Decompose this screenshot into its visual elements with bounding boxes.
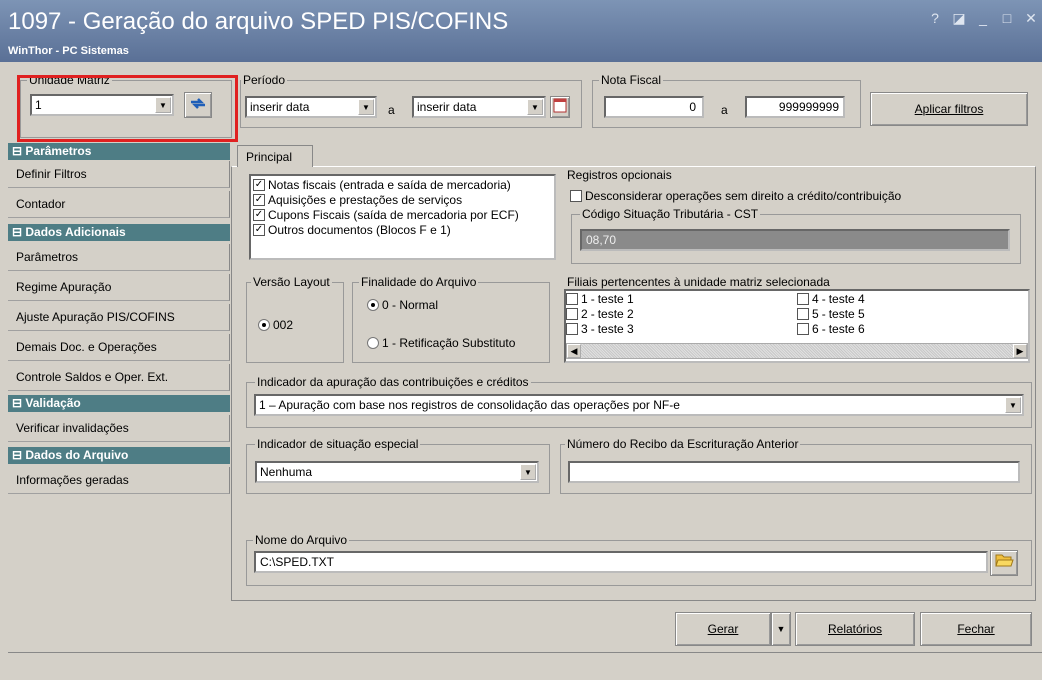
cst-label: Código Situação Tributária - CST xyxy=(580,207,761,221)
filiais-horizontal-scrollbar[interactable]: ◀ ▶ xyxy=(566,343,1028,359)
chevron-down-icon[interactable]: ▼ xyxy=(358,99,374,115)
sidebar-item-verificar-invalidacoes[interactable]: Verificar invalidações xyxy=(8,415,230,442)
indicador-apuracao-value: 1 – Apuração com base nos registros de c… xyxy=(259,398,680,412)
unidade-matriz-value: 1 xyxy=(35,98,42,112)
sidebar-item-contador[interactable]: Contador xyxy=(8,191,230,218)
window-subtitle: WinThor - PC Sistemas xyxy=(8,45,129,57)
situacao-especial-value: Nenhuma xyxy=(260,465,313,479)
finalidade-group: Finalidade do Arquivo xyxy=(352,275,550,363)
apply-filters-label: Aplicar filtros xyxy=(914,102,984,116)
periodo-label: Período xyxy=(241,73,288,87)
filial-6-checkbox[interactable]: 6 - teste 6 xyxy=(797,322,865,336)
versao-layout-label: Versão Layout xyxy=(251,275,332,289)
chevron-down-icon[interactable]: ▼ xyxy=(520,464,536,480)
recibo-label: Número do Recibo da Escrituração Anterio… xyxy=(565,437,801,451)
sidebar-section-dados-arquivo[interactable]: ⊟ Dados do Arquivo xyxy=(8,447,230,464)
chevron-down-icon[interactable]: ▼ xyxy=(527,99,543,115)
window-title: 1097 - Geração do arquivo SPED PIS/COFIN… xyxy=(8,8,509,35)
maximize-icon[interactable]: □ xyxy=(1000,10,1014,27)
recibo-input[interactable] xyxy=(568,461,1020,483)
sidebar-item-controle-saldos[interactable]: Controle Saldos e Oper. Ext. xyxy=(8,364,230,391)
doc-notas-fiscais-checkbox[interactable]: ✓ Notas fiscais (entrada e saída de merca… xyxy=(253,178,511,192)
status-bar xyxy=(8,652,1042,680)
indicador-apuracao-label: Indicador da apuração das contribuições … xyxy=(255,375,531,389)
periodo-from-select[interactable]: inserir data ▼ xyxy=(245,96,377,118)
doc-outros-checkbox[interactable]: ✓ Outros documentos (Blocos F e 1) xyxy=(253,223,451,237)
sidebar-item-demais-doc[interactable]: Demais Doc. e Operações xyxy=(8,334,230,361)
help-icon[interactable]: ? xyxy=(928,10,942,27)
window-controls: ? ◪ _ □ ✕ xyxy=(928,10,1038,27)
cst-value: 08,70 xyxy=(586,233,617,247)
situacao-especial-select[interactable]: Nenhuma ▼ xyxy=(255,461,539,483)
sidebar-section-validacao[interactable]: ⊟ Validação xyxy=(8,395,230,412)
scroll-left-icon[interactable]: ◀ xyxy=(567,344,581,358)
nota-fiscal-separator: a xyxy=(721,103,728,117)
finalidade-retificacao-radio[interactable]: 1 - Retificação Substituto xyxy=(367,336,515,350)
gerar-button[interactable]: Gerar xyxy=(675,612,771,646)
tab-principal[interactable]: Principal xyxy=(237,145,313,167)
gerar-dropdown-button[interactable]: ▼ xyxy=(771,612,791,646)
nome-arquivo-input[interactable]: C:\SPED.TXT xyxy=(254,551,988,573)
unidade-matriz-select[interactable]: 1 ▼ xyxy=(30,94,174,116)
sidebar-section-dados-adicionais[interactable]: ⊟ Dados Adicionais xyxy=(8,224,230,241)
gerar-label: Gerar xyxy=(707,622,739,636)
browse-button[interactable] xyxy=(990,550,1018,576)
indicador-apuracao-select[interactable]: 1 – Apuração com base nos registros de c… xyxy=(254,394,1024,416)
close-icon[interactable]: ✕ xyxy=(1024,10,1038,27)
chevron-down-icon[interactable]: ▼ xyxy=(1005,397,1021,413)
nota-fiscal-from-value: 0 xyxy=(689,100,696,114)
periodo-from-value: inserir data xyxy=(250,100,310,114)
sidebar-section-parametros[interactable]: ⊟ Parâmetros xyxy=(8,143,230,160)
sidebar-item-parametros[interactable]: Parâmetros xyxy=(8,244,230,271)
unidade-matriz-label: Unidade Matriz xyxy=(27,73,112,87)
folder-open-icon xyxy=(995,554,1014,567)
apply-filters-button[interactable]: Aplicar filtros xyxy=(870,92,1028,126)
relatorios-button[interactable]: Relatórios xyxy=(795,612,915,646)
nota-fiscal-to-value: 999999999 xyxy=(778,100,839,114)
doc-cupons-checkbox[interactable]: ✓ Cupons Fiscais (saída de mercadoria por… xyxy=(253,208,519,222)
title-bar: 1097 - Geração do arquivo SPED PIS/COFIN… xyxy=(0,0,1042,62)
refresh-icon xyxy=(191,98,205,109)
desconsiderar-checkbox[interactable]: Desconsiderar operações sem direito a cr… xyxy=(570,189,901,203)
calendar-button[interactable] xyxy=(550,96,570,118)
versao-layout-radio[interactable]: 002 xyxy=(258,318,293,332)
sidebar-item-regime-apuracao[interactable]: Regime Apuração xyxy=(8,274,230,301)
periodo-to-value: inserir data xyxy=(417,100,477,114)
minimize-icon[interactable]: _ xyxy=(976,10,990,27)
refresh-button[interactable] xyxy=(184,92,212,118)
chevron-down-icon[interactable]: ▼ xyxy=(155,97,171,113)
restore-icon[interactable]: ◪ xyxy=(952,10,966,27)
periodo-separator: a xyxy=(388,103,395,117)
filial-4-checkbox[interactable]: 4 - teste 4 xyxy=(797,292,865,306)
sidebar-item-informacoes-geradas[interactable]: Informações geradas xyxy=(8,467,230,494)
fechar-label: Fechar xyxy=(957,622,995,636)
sidebar-item-ajuste-apuracao[interactable]: Ajuste Apuração PIS/COFINS xyxy=(8,304,230,331)
finalidade-normal-radio[interactable]: 0 - Normal xyxy=(367,298,438,312)
relatorios-label: Relatórios xyxy=(827,622,883,636)
fechar-button[interactable]: Fechar xyxy=(920,612,1032,646)
cst-input[interactable]: 08,70 xyxy=(580,229,1010,251)
registros-opcionais-label: Registros opcionais xyxy=(565,168,674,182)
nota-fiscal-to-input[interactable]: 999999999 xyxy=(745,96,845,118)
nota-fiscal-from-input[interactable]: 0 xyxy=(604,96,704,118)
filial-3-checkbox[interactable]: 3 - teste 3 xyxy=(566,322,634,336)
sidebar-item-definir-filtros[interactable]: Definir Filtros xyxy=(8,161,230,188)
situacao-especial-label: Indicador de situação especial xyxy=(255,437,421,451)
periodo-to-select[interactable]: inserir data ▼ xyxy=(412,96,546,118)
filial-1-checkbox[interactable]: 1 - teste 1 xyxy=(566,292,634,306)
filial-2-checkbox[interactable]: 2 - teste 2 xyxy=(566,307,634,321)
filiais-label: Filiais pertencentes à unidade matriz se… xyxy=(565,275,832,289)
calendar-icon xyxy=(553,98,567,113)
scroll-right-icon[interactable]: ▶ xyxy=(1013,344,1027,358)
nome-arquivo-label: Nome do Arquivo xyxy=(253,533,350,547)
chevron-down-icon: ▼ xyxy=(776,624,786,634)
sidebar: ⊟ Parâmetros Definir Filtros Contador ⊟ … xyxy=(8,143,230,651)
finalidade-label: Finalidade do Arquivo xyxy=(359,275,479,289)
nome-arquivo-value: C:\SPED.TXT xyxy=(260,555,335,569)
doc-aquisicoes-checkbox[interactable]: ✓ Aquisições e prestações de serviços xyxy=(253,193,462,207)
nota-fiscal-label: Nota Fiscal xyxy=(599,73,664,87)
filial-5-checkbox[interactable]: 5 - teste 5 xyxy=(797,307,865,321)
